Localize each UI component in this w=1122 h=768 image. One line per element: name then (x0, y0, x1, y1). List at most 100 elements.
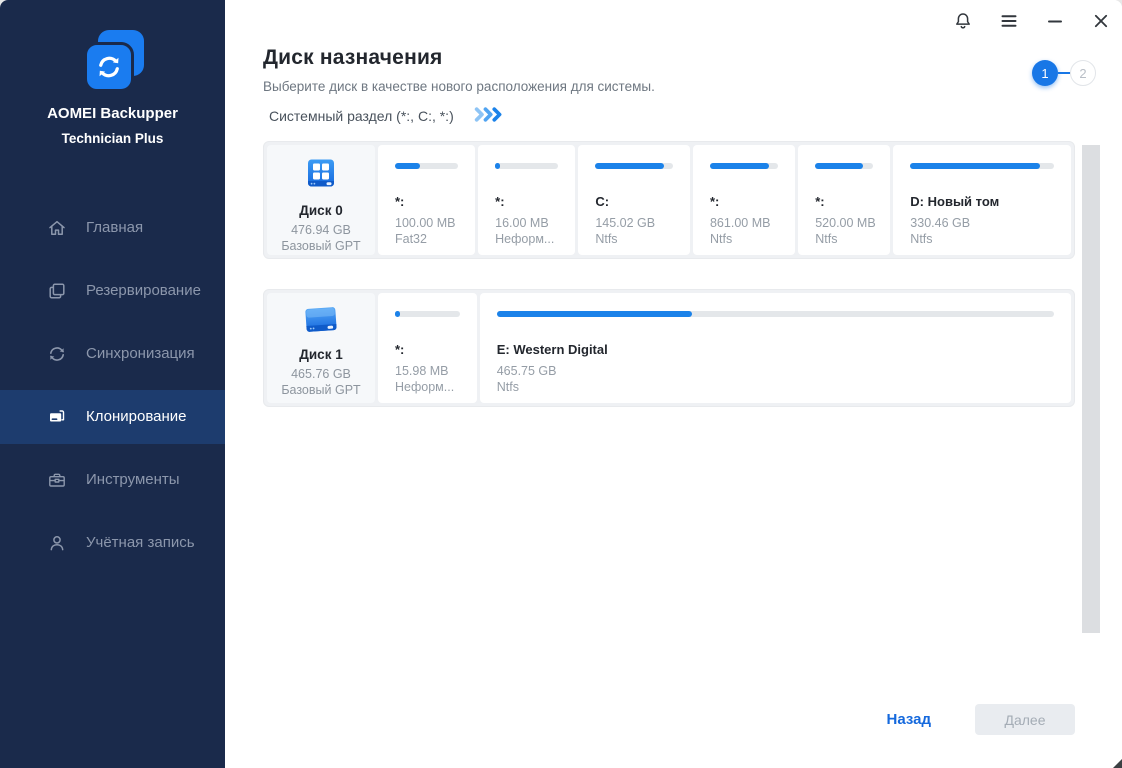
back-button[interactable]: Назад (887, 711, 931, 728)
partition-usage-bar (815, 163, 874, 169)
partition-card[interactable]: C: 145.02 GB Ntfs (578, 145, 690, 255)
step-1-indicator: 1 (1032, 60, 1058, 86)
hdd-disk-icon (301, 302, 341, 343)
partition-label: *: (709, 194, 720, 209)
partition-size: 861.00 MB (709, 216, 771, 230)
step-2-indicator: 2 (1070, 60, 1096, 86)
app-logo-area: AOMEI Backupper Technician Plus (0, 0, 225, 146)
sync-icon (47, 344, 67, 364)
page-subtitle: Выберите диск в качестве нового располож… (263, 79, 655, 94)
disk-name: Диск 1 (299, 347, 343, 362)
partition-size: 330.46 GB (910, 216, 971, 230)
bell-icon[interactable] (952, 10, 974, 32)
partition-label: *: (815, 194, 825, 209)
app-window: AOMEI Backupper Technician Plus Главная Р… (0, 0, 1122, 768)
sidebar-item-account[interactable]: Учётная запись (0, 516, 225, 570)
disk-size: 476.94 GB (291, 223, 351, 237)
disk-layout: Базовый GPT (281, 383, 361, 397)
partition-filesystem: Fat32 (395, 232, 427, 246)
partition-size: 465.75 GB (496, 364, 557, 378)
partition-card[interactable]: *: 15.98 MB Неформ... (378, 293, 477, 403)
disk-info-card: Диск 1 465.76 GB Базовый GPT (267, 293, 375, 403)
sidebar-item-sync[interactable]: Синхронизация (0, 327, 225, 381)
partition-usage-fill (495, 163, 501, 169)
partition-card[interactable]: D: Новый том 330.46 GB Ntfs (893, 145, 1072, 255)
partition-filesystem: Неформ... (395, 380, 455, 394)
step-connector (1058, 72, 1070, 74)
partition-label: *: (395, 194, 405, 209)
sidebar-item-label: Клонирование (86, 408, 187, 425)
sidebar-item-backup[interactable]: Резервирование (0, 264, 225, 318)
partition-usage-bar (395, 163, 459, 169)
close-icon[interactable] (1090, 10, 1112, 32)
sync-arrows-icon (83, 42, 134, 92)
minimize-icon[interactable] (1044, 10, 1066, 32)
partition-size: 16.00 MB (495, 216, 549, 230)
account-icon (47, 533, 67, 553)
partition-usage-bar (910, 163, 1055, 169)
chevrons-right-icon (474, 107, 504, 125)
partition-label: E: Western Digital (496, 342, 608, 357)
partition-filesystem: Ntfs (496, 380, 519, 394)
partition-card[interactable]: *: 861.00 MB Ntfs (692, 145, 796, 255)
app-logo (76, 30, 150, 92)
sidebar-nav: Главная Резервирование Синхронизация Клонир… (0, 196, 225, 574)
source-partition-row: Системный раздел (*:, C:, *:) (263, 107, 1075, 125)
sidebar: AOMEI Backupper Technician Plus Главная Р… (0, 0, 225, 768)
partition-size: 520.00 MB (815, 216, 876, 230)
partition-card[interactable]: *: 520.00 MB Ntfs (798, 145, 891, 255)
disk-size: 465.76 GB (291, 367, 351, 381)
menu-icon[interactable] (998, 10, 1020, 32)
sidebar-item-home[interactable]: Главная (0, 201, 225, 255)
clone-icon (47, 407, 67, 427)
scrollbar-thumb[interactable] (1082, 145, 1100, 633)
source-partition-label: Системный раздел (*:, C:, *:) (269, 108, 454, 124)
sidebar-item-clone[interactable]: Клонирование (0, 389, 225, 444)
partition-usage-bar (395, 311, 460, 317)
disk-list: Диск 0 476.94 GB Базовый GPT *: 100.00 MB Fat… (263, 141, 1075, 407)
partition-filesystem: Ntfs (595, 232, 618, 246)
partition-usage-bar (709, 163, 779, 169)
home-icon (47, 218, 67, 238)
partition-usage-fill (395, 311, 401, 317)
disk-info-card: Диск 0 476.94 GB Базовый GPT (267, 145, 375, 255)
disk-row[interactable]: Диск 1 465.76 GB Базовый GPT *: 15.98 MB Нефо… (263, 289, 1075, 407)
partition-size: 145.02 GB (595, 216, 656, 230)
partition-usage-fill (395, 163, 421, 169)
partition-filesystem: Ntfs (910, 232, 933, 246)
partition-label: D: Новый том (910, 194, 1000, 209)
partition-card[interactable]: E: Western Digital 465.75 GB Ntfs (479, 293, 1071, 403)
sidebar-item-label: Резервирование (86, 282, 201, 299)
partition-usage-fill (496, 311, 692, 317)
disk-row[interactable]: Диск 0 476.94 GB Базовый GPT *: 100.00 MB Fat… (263, 141, 1075, 259)
resize-grip[interactable] (1113, 759, 1122, 768)
tools-icon (47, 470, 67, 490)
next-button[interactable]: Далее (975, 704, 1075, 735)
app-name: AOMEI Backupper (47, 105, 178, 122)
partition-label: C: (595, 194, 610, 209)
partition-label: *: (395, 342, 405, 357)
partition-usage-fill (910, 163, 1040, 169)
partition-size: 15.98 MB (395, 364, 449, 378)
footer: Назад Далее (887, 704, 1075, 735)
sidebar-item-label: Инструменты (86, 471, 180, 488)
titlebar (952, 10, 1112, 32)
step-indicator: 12 (1032, 60, 1096, 86)
partition-size: 100.00 MB (395, 216, 456, 230)
main-content: 12 Диск назначения Выберите диск в качес… (225, 0, 1122, 768)
sidebar-item-label: Главная (86, 219, 144, 236)
partition-usage-fill (595, 163, 664, 169)
app-edition: Technician Plus (61, 131, 164, 146)
sidebar-item-label: Учётная запись (86, 534, 195, 551)
partition-label: *: (495, 194, 505, 209)
partition-usage-bar (495, 163, 559, 169)
backup-icon (47, 281, 67, 301)
partition-card[interactable]: *: 100.00 MB Fat32 (378, 145, 476, 255)
ssd-disk-icon (301, 154, 341, 199)
partition-usage-bar (496, 311, 1054, 317)
disk-name: Диск 0 (299, 203, 343, 218)
page-title: Диск назначения (263, 46, 443, 69)
partition-card[interactable]: *: 16.00 MB Неформ... (478, 145, 576, 255)
sidebar-item-tools[interactable]: Инструменты (0, 453, 225, 507)
partition-filesystem: Неформ... (495, 232, 555, 246)
